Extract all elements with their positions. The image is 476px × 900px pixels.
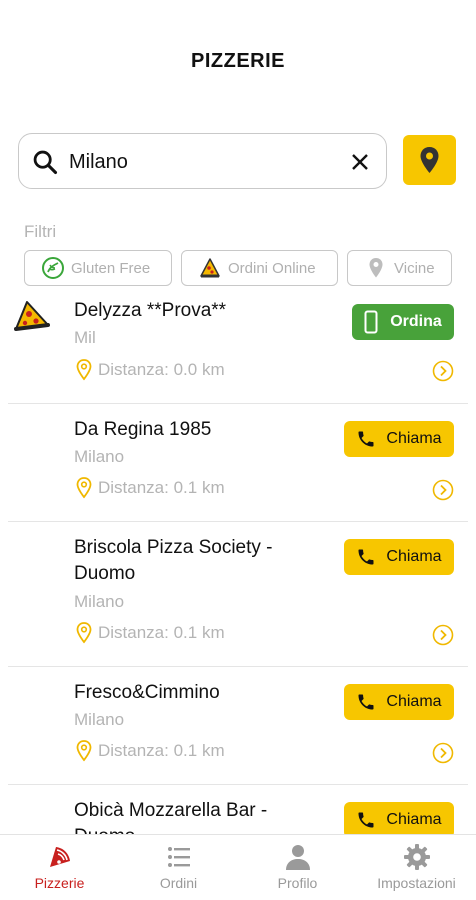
search-input[interactable] bbox=[69, 144, 339, 180]
pizza-icon bbox=[49, 847, 70, 867]
filter-chip-vicine[interactable]: Vicine bbox=[347, 250, 452, 286]
distance-text: Distanza: 0.0 km bbox=[98, 360, 225, 379]
filter-chip-label: Ordini Online bbox=[228, 259, 316, 277]
call-button[interactable]: Chiama bbox=[344, 421, 454, 457]
phone-device-icon bbox=[364, 310, 378, 334]
tab-label: Ordini bbox=[159, 875, 198, 891]
call-button[interactable]: Chiama bbox=[344, 802, 454, 835]
app-header: PIZZERIE bbox=[0, 0, 476, 120]
search-icon bbox=[33, 150, 58, 175]
search-box[interactable] bbox=[18, 133, 387, 189]
person-icon bbox=[285, 845, 310, 870]
chevron-right-icon[interactable] bbox=[432, 624, 454, 646]
filter-chip-gluten-free[interactable]: Gluten Free bbox=[24, 250, 172, 286]
distance-text: Distanza: 0.1 km bbox=[98, 478, 225, 497]
pizza-slice-icon bbox=[14, 301, 50, 331]
gear-icon bbox=[403, 844, 430, 870]
filters-label: Filtri bbox=[24, 222, 57, 241]
list-item[interactable]: Da Regina 1985 Milano Distanza: 0.1 km C… bbox=[0, 404, 476, 522]
distance-text: Distanza: 0.1 km bbox=[98, 741, 225, 760]
chevron-right-icon[interactable] bbox=[432, 479, 454, 501]
pizzeria-name: Briscola Pizza Society - Duomo bbox=[74, 537, 273, 584]
list-item[interactable]: Briscola Pizza Society - Duomo Milano Di… bbox=[0, 522, 476, 667]
filter-chips: Gluten Free Ordini Online Vicine bbox=[24, 250, 452, 288]
phone-icon bbox=[358, 812, 374, 828]
location-pin-icon bbox=[76, 740, 92, 762]
pizzeria-distance: Distanza: 0.1 km bbox=[74, 476, 225, 500]
call-button-label: Chiama bbox=[386, 548, 442, 565]
page-title: PIZZERIE bbox=[190, 50, 285, 72]
pizzeria-distance: Distanza: 0.1 km bbox=[74, 739, 225, 763]
tab-impostazioni[interactable]: Impostazioni bbox=[357, 835, 476, 900]
tab-label: Pizzerie bbox=[34, 875, 85, 891]
pizza-slice-icon bbox=[200, 258, 220, 278]
filter-chip-label: Gluten Free bbox=[71, 259, 151, 277]
pizzeria-name: Fresco&Cimmino bbox=[74, 682, 220, 703]
list-item[interactable]: Obicà Mozzarella Bar - Duomo Chiama bbox=[0, 785, 476, 835]
tab-ordini[interactable]: Ordini bbox=[119, 835, 238, 900]
pizzeria-distance: Distanza: 0.1 km bbox=[74, 621, 225, 645]
pizzeria-distance: Distanza: 0.0 km bbox=[74, 358, 225, 382]
chevron-right-icon[interactable] bbox=[432, 742, 454, 764]
call-button-label: Chiama bbox=[386, 430, 442, 447]
location-pin-icon bbox=[76, 622, 92, 644]
pizzeria-name: Obicà Mozzarella Bar - Duomo bbox=[74, 800, 268, 835]
phone-icon bbox=[358, 694, 374, 710]
pizzeria-city: Milano bbox=[74, 710, 125, 729]
call-button-label: Chiama bbox=[386, 811, 442, 828]
pizzeria-name: Da Regina 1985 bbox=[74, 419, 212, 440]
chevron-right-icon[interactable] bbox=[432, 360, 454, 382]
bottom-tab-bar: Pizzerie Ordini Profilo Impostazioni bbox=[0, 834, 476, 900]
location-pin-icon bbox=[76, 477, 92, 499]
search-row bbox=[18, 133, 456, 189]
tab-label: Impostazioni bbox=[377, 875, 456, 891]
call-button-label: Chiama bbox=[386, 693, 442, 710]
close-icon[interactable] bbox=[348, 150, 372, 174]
list-item[interactable]: Fresco&Cimmino Milano Distanza: 0.1 km C… bbox=[0, 667, 476, 785]
tab-label: Profilo bbox=[277, 875, 318, 891]
call-button[interactable]: Chiama bbox=[344, 539, 454, 575]
order-button-label: Ordina bbox=[390, 313, 442, 330]
location-pin-icon bbox=[76, 359, 92, 381]
phone-icon bbox=[358, 549, 374, 565]
location-button[interactable] bbox=[403, 135, 456, 185]
filter-chip-label: Vicine bbox=[394, 259, 435, 277]
pizzeria-name: Delyzza **Prova** bbox=[74, 300, 227, 321]
location-pin-icon bbox=[369, 258, 383, 278]
list-item[interactable]: Delyzza **Prova** Mil Distanza: 0.0 km O… bbox=[0, 290, 476, 404]
order-button[interactable]: Ordina bbox=[352, 304, 454, 340]
phone-icon bbox=[358, 431, 374, 447]
gluten-free-icon bbox=[42, 257, 64, 279]
location-pin-icon bbox=[420, 147, 439, 173]
list-icon bbox=[167, 847, 190, 867]
pizzeria-city: Milano bbox=[74, 592, 125, 611]
pizzeria-city: Milano bbox=[74, 447, 125, 466]
call-button[interactable]: Chiama bbox=[344, 684, 454, 720]
tab-pizzerie[interactable]: Pizzerie bbox=[0, 835, 119, 900]
pizzeria-city: Mil bbox=[74, 328, 96, 347]
distance-text: Distanza: 0.1 km bbox=[98, 623, 225, 642]
filter-chip-ordini-online[interactable]: Ordini Online bbox=[181, 250, 338, 286]
tab-profilo[interactable]: Profilo bbox=[238, 835, 357, 900]
